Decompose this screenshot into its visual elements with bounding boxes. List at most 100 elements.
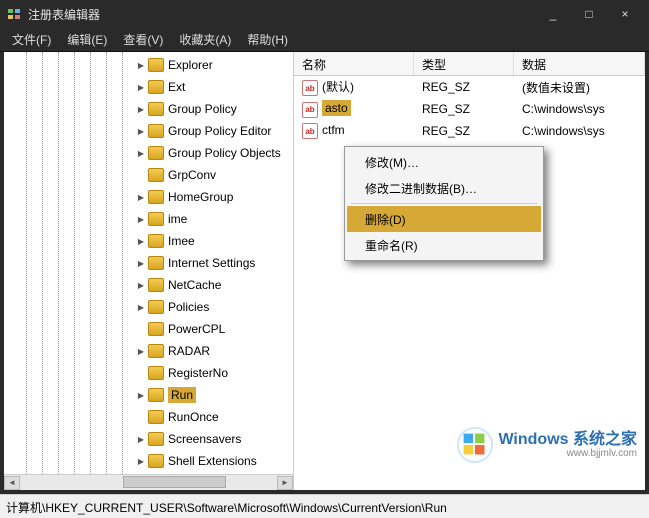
tree-node[interactable]: ▶ Group Policy Objects — [4, 142, 293, 164]
folder-icon — [148, 322, 164, 336]
tree-label: ime — [168, 212, 187, 226]
tree-node[interactable]: ▶ ime — [4, 208, 293, 230]
menubar: 文件(F) 编辑(E) 查看(V) 收藏夹(A) 帮助(H) — [0, 28, 649, 52]
tree-node[interactable]: ▶ Imee — [4, 230, 293, 252]
tree-node[interactable]: ▶ Shell Extensions — [4, 450, 293, 472]
col-data[interactable]: 数据 — [514, 52, 645, 75]
tree-node[interactable]: ▶ Policies — [4, 296, 293, 318]
tree-h-scrollbar[interactable]: ◄ ► — [4, 474, 293, 490]
window-title: 注册表编辑器 — [28, 6, 535, 23]
tree-label: Group Policy — [168, 102, 237, 116]
tree-node[interactable]: ▶Run — [4, 384, 293, 406]
context-menu-item[interactable]: 修改二进制数据(B)… — [347, 175, 541, 201]
menu-view[interactable]: 查看(V) — [115, 29, 171, 50]
expander-icon[interactable]: ▶ — [136, 148, 146, 158]
expander-icon[interactable]: ▶ — [136, 346, 146, 356]
app-window: 注册表编辑器 _ □ × 文件(F) 编辑(E) 查看(V) 收藏夹(A) 帮助… — [0, 0, 649, 518]
expander-icon[interactable]: ▶ — [136, 258, 146, 268]
value-row[interactable]: abctfmREG_SZC:\windows\sys — [294, 120, 645, 142]
value-name: ctfm — [322, 123, 345, 137]
tree-node[interactable]: ▶ Explorer — [4, 54, 293, 76]
menu-help[interactable]: 帮助(H) — [239, 29, 296, 50]
tree-label: Shell Extensions — [168, 454, 257, 468]
cell-name: abctfm — [294, 123, 414, 140]
tree-list[interactable]: ▶Explorer▶Ext▶Group Policy▶Group Policy … — [4, 52, 293, 474]
tree-node[interactable]: ▶ HomeGroup — [4, 186, 293, 208]
tree-label: Group Policy Objects — [168, 146, 281, 160]
minimize-button[interactable]: _ — [535, 7, 571, 21]
context-menu-item[interactable]: 删除(D) — [347, 206, 541, 232]
titlebar[interactable]: 注册表编辑器 _ □ × — [0, 0, 649, 28]
maximize-button[interactable]: □ — [571, 7, 607, 21]
cell-type: REG_SZ — [414, 124, 514, 138]
tree-node[interactable]: ▶NetCache — [4, 274, 293, 296]
expander-icon[interactable]: ▶ — [136, 280, 146, 290]
expander-icon[interactable]: ▶ — [136, 434, 146, 444]
context-menu-item[interactable]: 修改(M)… — [347, 149, 541, 175]
list-body[interactable]: ab(默认)REG_SZ(数值未设置)abastoREG_SZC:\window… — [294, 76, 645, 490]
col-name[interactable]: 名称 — [294, 52, 414, 75]
value-row[interactable]: abastoREG_SZC:\windows\sys — [294, 98, 645, 120]
menu-file[interactable]: 文件(F) — [4, 29, 59, 50]
tree-pane[interactable]: ▶Explorer▶Ext▶Group Policy▶Group Policy … — [4, 52, 294, 490]
scroll-left-arrow-icon[interactable]: ◄ — [4, 476, 20, 490]
menu-edit[interactable]: 编辑(E) — [59, 29, 115, 50]
expander-icon[interactable] — [136, 412, 146, 422]
folder-icon — [148, 344, 164, 358]
expander-icon[interactable]: ▶ — [136, 214, 146, 224]
folder-icon — [148, 58, 164, 72]
values-pane[interactable]: 名称 类型 数据 ab(默认)REG_SZ(数值未设置)abastoREG_SZ… — [294, 52, 645, 490]
folder-icon — [148, 454, 164, 468]
tree-label: Explorer — [168, 58, 213, 72]
tree-node[interactable]: GrpConv — [4, 164, 293, 186]
list-header[interactable]: 名称 类型 数据 — [294, 52, 645, 76]
tree-node[interactable]: ▶ Group Policy — [4, 98, 293, 120]
expander-icon[interactable]: ▶ — [136, 126, 146, 136]
expander-icon[interactable]: ▶ — [136, 104, 146, 114]
cell-data: C:\windows\sys — [514, 102, 645, 116]
folder-icon — [148, 410, 164, 424]
tree-node[interactable]: ▶Screensavers — [4, 428, 293, 450]
tree-label: Ext — [168, 80, 185, 94]
folder-icon — [148, 234, 164, 248]
tree-node[interactable]: RunOnce — [4, 406, 293, 428]
tree-node[interactable]: ▶RADAR — [4, 340, 293, 362]
cell-data: (数值未设置) — [514, 79, 645, 96]
tree-label: Imee — [168, 234, 195, 248]
tree-node[interactable]: RegisterNo — [4, 362, 293, 384]
value-name: (默认) — [322, 78, 354, 95]
menu-fav[interactable]: 收藏夹(A) — [171, 29, 239, 50]
tree-label: RunOnce — [168, 410, 219, 424]
scroll-track[interactable] — [20, 476, 277, 490]
context-menu[interactable]: 修改(M)…修改二进制数据(B)… 删除(D)重命名(R) — [344, 146, 544, 261]
folder-icon — [148, 300, 164, 314]
expander-icon[interactable] — [136, 324, 146, 334]
tree-node[interactable]: PowerCPL — [4, 318, 293, 340]
folder-icon — [148, 278, 164, 292]
expander-icon[interactable]: ▶ — [136, 192, 146, 202]
expander-icon[interactable]: ▶ — [136, 236, 146, 246]
expander-icon[interactable]: ▶ — [136, 60, 146, 70]
expander-icon[interactable]: ▶ — [136, 82, 146, 92]
tree-label: Policies — [168, 300, 209, 314]
cell-data: C:\windows\sys — [514, 124, 645, 138]
tree-node[interactable]: ▶Internet Settings — [4, 252, 293, 274]
app-icon — [6, 6, 22, 22]
expander-icon[interactable]: ▶ — [136, 390, 146, 400]
context-menu-item[interactable]: 重命名(R) — [347, 232, 541, 258]
close-button[interactable]: × — [607, 7, 643, 21]
folder-icon — [148, 432, 164, 446]
expander-icon[interactable] — [136, 368, 146, 378]
scroll-thumb[interactable] — [123, 476, 226, 488]
tree-node[interactable]: ▶ Ext — [4, 76, 293, 98]
expander-icon[interactable] — [136, 170, 146, 180]
col-type[interactable]: 类型 — [414, 52, 514, 75]
scroll-right-arrow-icon[interactable]: ► — [277, 476, 293, 490]
tree-label: HomeGroup — [168, 190, 233, 204]
value-row[interactable]: ab(默认)REG_SZ(数值未设置) — [294, 76, 645, 98]
value-name: asto — [322, 100, 351, 116]
expander-icon[interactable]: ▶ — [136, 302, 146, 312]
tree-node[interactable]: ▶Group Policy Editor — [4, 120, 293, 142]
reg-string-icon: ab — [302, 102, 318, 118]
expander-icon[interactable]: ▶ — [136, 456, 146, 466]
